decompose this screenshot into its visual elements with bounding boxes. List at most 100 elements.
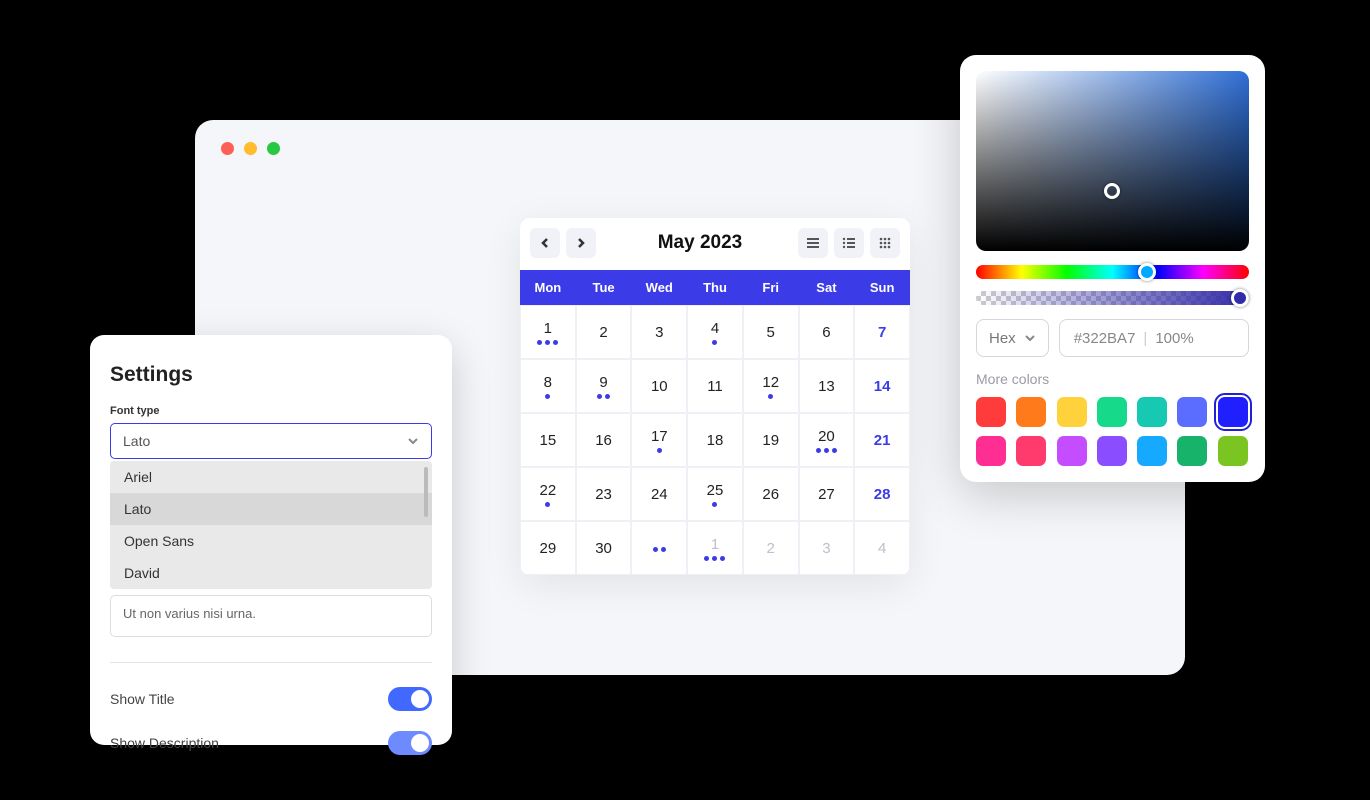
day-cell[interactable]: 27 [799,467,855,521]
weekday-thu: Thu [687,270,743,305]
color-swatch[interactable] [1016,397,1046,427]
day-cell[interactable]: 7 [854,305,910,359]
font-select-value: Lato [123,433,150,449]
color-picker: Hex #322BA7 | 100% More colors [960,55,1265,482]
font-option[interactable]: Ariel [110,461,432,493]
day-number: 12 [762,374,779,391]
color-swatch[interactable] [1016,436,1046,466]
prev-month-button[interactable] [530,228,560,258]
day-cell[interactable]: 22 [520,467,576,521]
color-swatch[interactable] [1137,436,1167,466]
day-cell[interactable]: 4 [687,305,743,359]
color-swatch[interactable] [1097,436,1127,466]
maximize-button[interactable] [267,142,280,155]
day-cell[interactable]: 11 [687,359,743,413]
day-number: 27 [818,486,835,503]
day-cell[interactable]: 26 [743,467,799,521]
day-number: 29 [540,540,557,557]
color-swatch[interactable] [1057,436,1087,466]
show-title-row: Show Title [110,677,432,721]
day-cell[interactable]: 10 [631,359,687,413]
day-cell[interactable]: 8 [520,359,576,413]
color-swatch[interactable] [1218,436,1248,466]
color-swatch[interactable] [1097,397,1127,427]
day-cell[interactable]: 29 [520,521,576,575]
hex-input[interactable]: #322BA7 | 100% [1059,319,1249,357]
day-cell[interactable]: 6 [799,305,855,359]
day-cell[interactable]: 17 [631,413,687,467]
sv-cursor[interactable] [1104,183,1120,199]
day-cell[interactable]: 28 [854,467,910,521]
hex-value: #322BA7 [1074,330,1136,347]
day-cell[interactable]: 3 [799,521,855,575]
next-month-button[interactable] [566,228,596,258]
color-swatch[interactable] [1057,397,1087,427]
bullet-list-icon [842,236,856,250]
day-number: 7 [878,324,886,341]
minimize-button[interactable] [244,142,257,155]
day-cell[interactable]: 5 [743,305,799,359]
list-icon [806,236,820,250]
font-option[interactable]: David [110,557,432,589]
list-view-button[interactable] [798,228,828,258]
font-type-label: Font type [110,405,432,417]
description-textarea[interactable] [110,595,432,637]
day-cell[interactable]: 12 [743,359,799,413]
color-swatch[interactable] [1137,397,1167,427]
day-cell[interactable]: 25 [687,467,743,521]
day-cell[interactable]: 30 [576,521,632,575]
saturation-value-field[interactable] [976,71,1249,251]
color-swatch[interactable] [976,436,1006,466]
grid-view-button[interactable] [870,228,900,258]
color-swatch[interactable] [1177,436,1207,466]
day-cell[interactable]: 3 [631,305,687,359]
day-cell[interactable]: 2 [576,305,632,359]
color-swatch[interactable] [1218,397,1248,427]
day-cell[interactable]: 19 [743,413,799,467]
hue-cursor[interactable] [1138,263,1156,281]
day-cell[interactable]: 15 [520,413,576,467]
close-button[interactable] [221,142,234,155]
day-number: 1 [711,536,719,553]
day-cell[interactable]: 4 [854,521,910,575]
day-cell[interactable]: 1 [687,521,743,575]
event-dots [768,394,773,399]
alpha-cursor[interactable] [1231,289,1249,307]
agenda-view-button[interactable] [834,228,864,258]
show-title-toggle[interactable] [388,687,432,711]
day-number: 2 [767,540,775,557]
show-description-toggle[interactable] [388,731,432,755]
event-dots [712,340,717,345]
day-cell[interactable]: 24 [631,467,687,521]
day-cell[interactable]: 16 [576,413,632,467]
hue-slider[interactable] [976,265,1249,279]
day-cell[interactable]: 9 [576,359,632,413]
day-number: 25 [707,482,724,499]
chevron-left-icon [539,237,551,249]
event-dots [545,394,550,399]
font-option[interactable]: Open Sans [110,525,432,557]
color-swatch[interactable] [1177,397,1207,427]
calendar-header: May 2023 [520,218,910,270]
day-cell[interactable]: 18 [687,413,743,467]
event-dots [653,547,666,552]
font-select[interactable]: Lato [110,423,432,459]
day-cell[interactable]: 13 [799,359,855,413]
day-number: 11 [707,378,723,395]
day-number: 24 [651,486,668,503]
font-option[interactable]: Lato [110,493,432,525]
day-cell[interactable]: 1 [520,305,576,359]
day-number: 9 [599,374,607,391]
day-cell[interactable]: 23 [576,467,632,521]
day-cell[interactable]: 2 [743,521,799,575]
day-number: 10 [651,378,668,395]
day-cell[interactable]: 20 [799,413,855,467]
color-format-select[interactable]: Hex [976,319,1049,357]
event-dots [712,502,717,507]
day-cell[interactable]: 14 [854,359,910,413]
event-dots [657,448,662,453]
color-swatch[interactable] [976,397,1006,427]
day-cell[interactable]: 21 [854,413,910,467]
alpha-slider[interactable] [976,291,1249,305]
day-cell[interactable] [631,521,687,575]
